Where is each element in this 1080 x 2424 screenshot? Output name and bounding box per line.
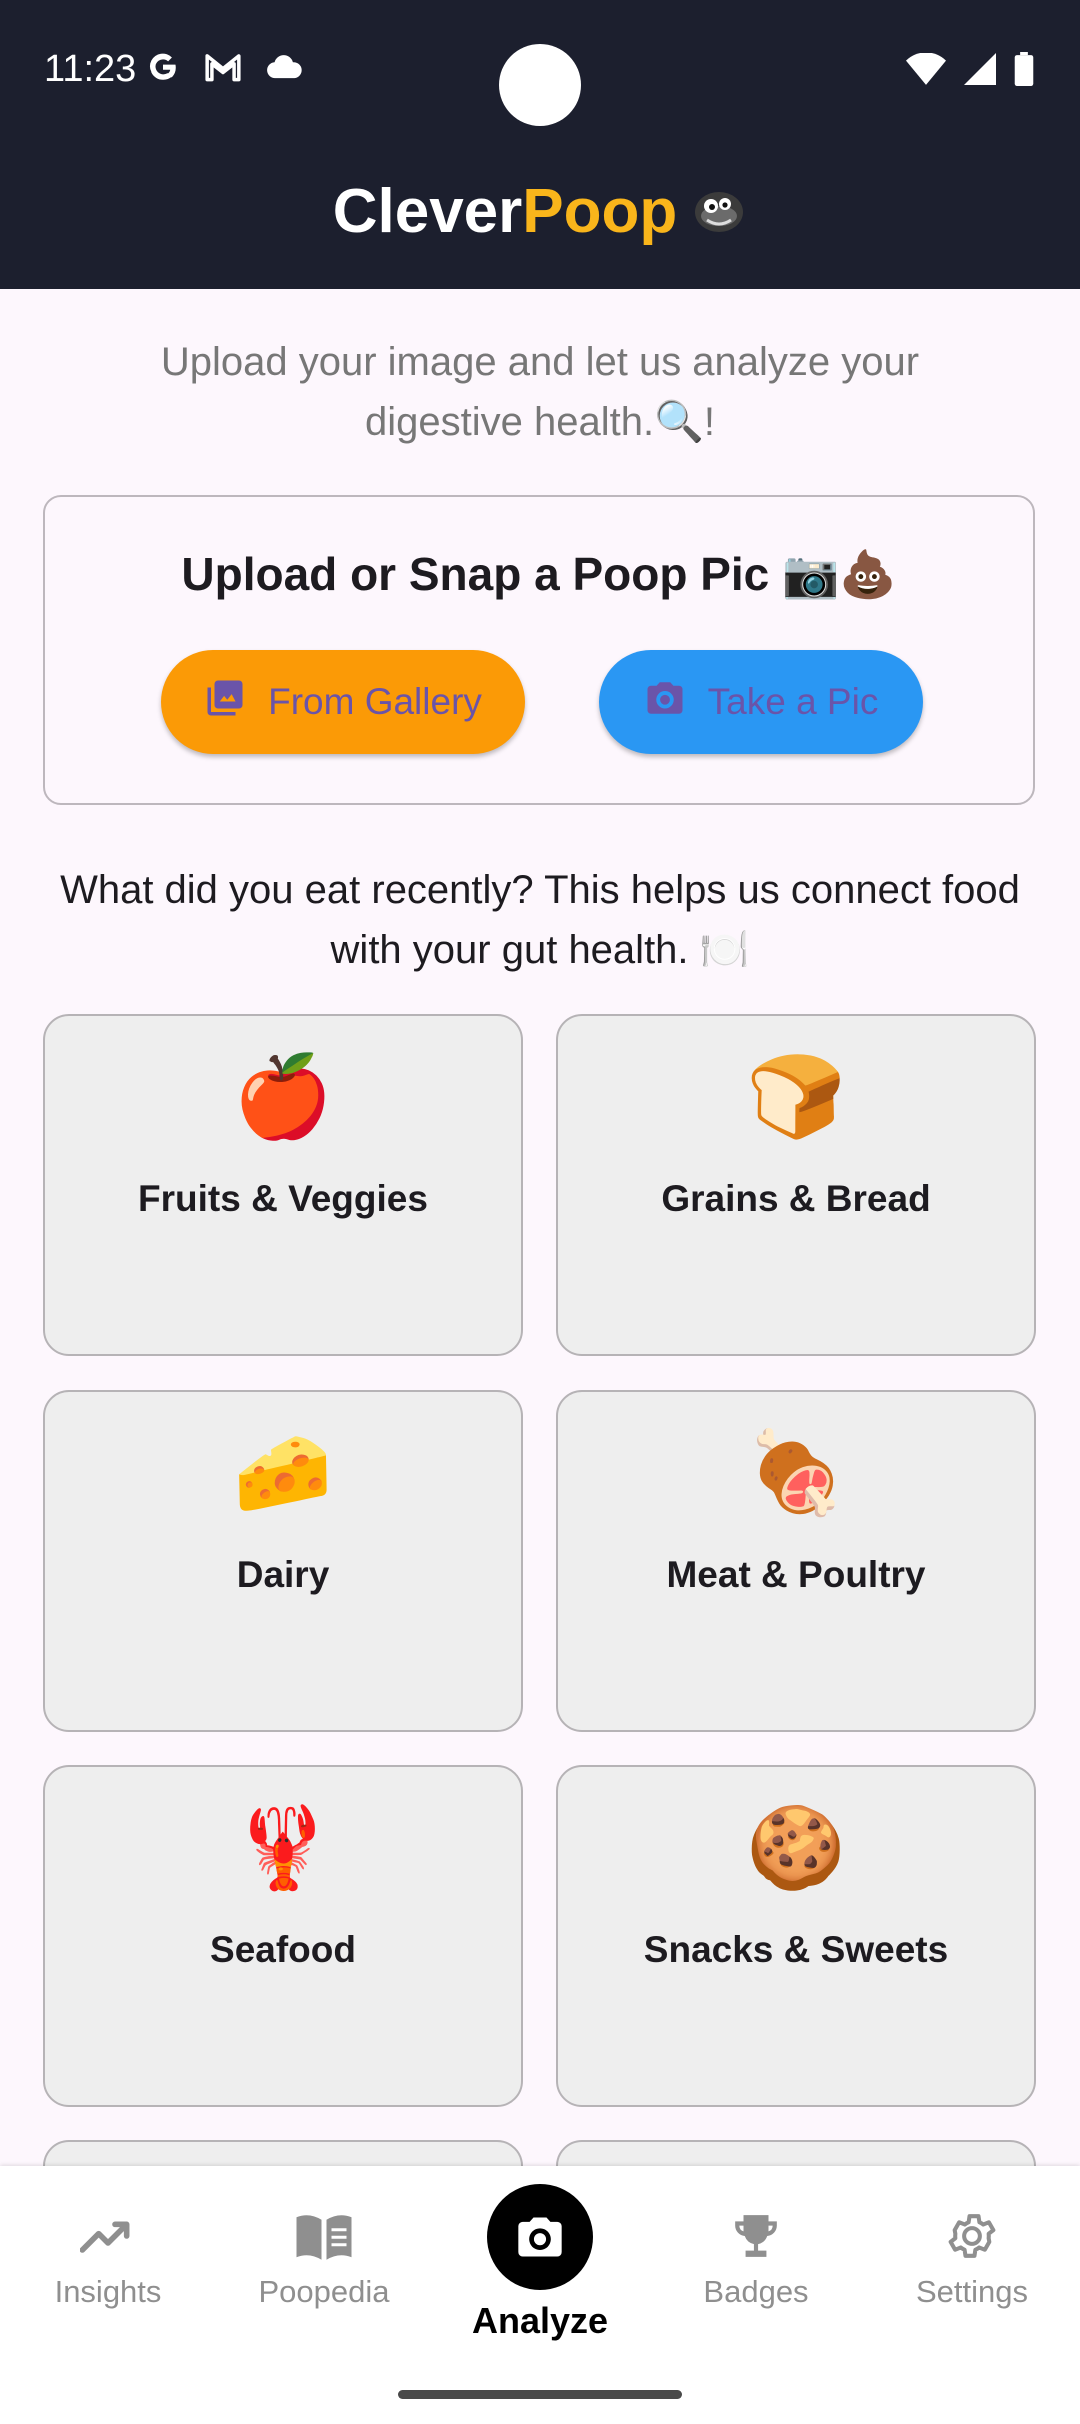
google-g-icon <box>146 50 180 89</box>
nav-analyze[interactable]: Analyze <box>432 2184 648 2342</box>
battery-icon <box>1014 52 1034 91</box>
app-title-clever: Clever <box>332 177 523 246</box>
app-header: 11:23 CleverPoop <box>0 0 1080 289</box>
from-gallery-button[interactable]: From Gallery <box>161 650 525 754</box>
lobster-icon: 🦞 <box>233 1803 333 1892</box>
bread-icon: 🍞 <box>746 1052 846 1141</box>
camera-icon <box>487 2184 593 2290</box>
food-question: What did you eat recently? This helps us… <box>60 868 1020 972</box>
nav-poopedia[interactable]: Poopedia <box>216 2206 432 2310</box>
gmail-icon <box>204 51 242 88</box>
nav-insights-label: Insights <box>54 2274 162 2309</box>
book-icon <box>216 2206 432 2266</box>
app-title-poop: Poop <box>522 177 678 246</box>
meat-icon: 🍖 <box>746 1428 846 1517</box>
food-card-dairy[interactable]: 🧀 Dairy <box>43 1390 523 1732</box>
nav-badges-label: Badges <box>703 2274 809 2309</box>
cloud-icon <box>266 53 304 86</box>
food-card-label: Seafood <box>210 1929 356 1970</box>
cheese-icon: 🧀 <box>233 1428 333 1517</box>
food-card-grains-bread[interactable]: 🍞 Grains & Bread <box>556 1014 1036 1356</box>
nav-settings-label: Settings <box>915 2274 1028 2309</box>
upload-card: Upload or Snap a Poop Pic 📷💩 From Galler… <box>43 495 1035 805</box>
food-card-label: Meat & Poultry <box>666 1554 926 1595</box>
gallery-icon <box>204 677 246 728</box>
food-card-label: Fruits & Veggies <box>138 1178 428 1219</box>
status-notification-icons <box>146 50 304 89</box>
app-title: CleverPoop <box>0 176 1080 247</box>
nav-badges[interactable]: Badges <box>648 2206 864 2310</box>
nav-analyze-label: Analyze <box>471 2300 609 2341</box>
gear-icon <box>864 2206 1080 2266</box>
front-camera <box>499 44 581 126</box>
wifi-icon <box>906 52 946 90</box>
status-system-icons <box>906 52 1034 91</box>
food-card-seafood[interactable]: 🦞 Seafood <box>43 1765 523 2107</box>
mascot-logo-icon <box>691 180 747 232</box>
signal-icon <box>964 53 996 90</box>
food-card-meat-poultry[interactable]: 🍖 Meat & Poultry <box>556 1390 1036 1732</box>
food-card-label: Dairy <box>236 1554 330 1595</box>
take-pic-button[interactable]: Take a Pic <box>599 650 923 754</box>
apple-icon: 🍎 <box>233 1052 333 1141</box>
nav-insights[interactable]: Insights <box>0 2206 216 2310</box>
trophy-icon <box>648 2206 864 2266</box>
take-pic-label: Take a Pic <box>707 681 879 722</box>
cookie-icon: 🍪 <box>746 1803 846 1892</box>
from-gallery-label: From Gallery <box>268 681 482 722</box>
camera-icon <box>644 677 686 728</box>
food-card-fruits-veggies[interactable]: 🍎 Fruits & Veggies <box>43 1014 523 1356</box>
food-card-label: Grains & Bread <box>661 1178 931 1219</box>
nav-settings[interactable]: Settings <box>864 2206 1080 2310</box>
home-indicator[interactable] <box>398 2390 682 2399</box>
food-card-snacks-sweets[interactable]: 🍪 Snacks & Sweets <box>556 1765 1036 2107</box>
bottom-navigation: Insights Poopedia Analyze Badges Setting… <box>0 2166 1080 2424</box>
intro-subtitle: Upload your image and let us analyze you… <box>160 340 920 444</box>
trending-up-icon <box>0 2206 216 2266</box>
upload-title: Upload or Snap a Poop Pic 📷💩 <box>181 548 897 600</box>
food-card-label: Snacks & Sweets <box>643 1929 949 1970</box>
nav-poopedia-label: Poopedia <box>258 2274 390 2309</box>
status-time: 11:23 <box>44 48 137 90</box>
